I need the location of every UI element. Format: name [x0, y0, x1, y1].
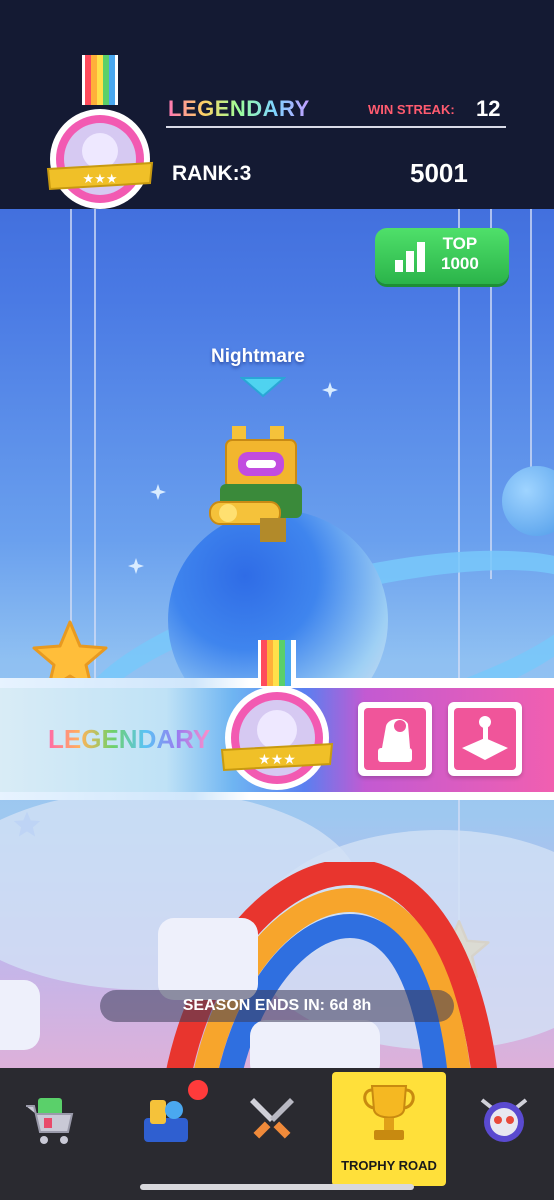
sparkle-icon [150, 484, 166, 500]
sparkle-icon [322, 382, 338, 398]
trophy-icon [363, 1085, 415, 1140]
collection-icon [144, 1100, 188, 1142]
robot-character[interactable] [206, 418, 316, 548]
legendary-medal-icon[interactable]: ★★★ [40, 55, 160, 215]
battle-swords-icon [250, 1098, 294, 1139]
legendary-medal-icon[interactable]: ★★★ [212, 640, 342, 790]
nav-profile[interactable] [454, 1068, 554, 1176]
player-marker-icon [240, 377, 286, 398]
tier-name: LEGENDARY [168, 96, 310, 121]
cloud-block [0, 980, 40, 1050]
nav-battle[interactable] [222, 1068, 322, 1176]
svg-text:★★★: ★★★ [258, 752, 296, 768]
rank-label: RANK:3 [172, 162, 252, 185]
nav-trophy-road[interactable]: TROPHY ROAD [332, 1072, 446, 1186]
home-indicator[interactable] [140, 1184, 414, 1190]
shop-cart-icon [26, 1098, 74, 1144]
bar-chart-icon [395, 242, 425, 272]
skull-helmet-icon [480, 1098, 528, 1142]
reward-cannon-button[interactable] [358, 702, 432, 776]
leaderboard-label: TOP 1000 [441, 234, 479, 274]
notification-badge [186, 1078, 210, 1102]
leaderboard-button[interactable]: TOP 1000 [375, 228, 509, 284]
hanging-string [530, 209, 532, 479]
reward-joystick-button[interactable] [448, 702, 522, 776]
season-timer: SEASON ENDS IN: 6d 8h [100, 990, 454, 1022]
header-divider [166, 126, 506, 128]
trophy-score: 5001 [410, 158, 468, 188]
tier-banner-label: LEGENDARY [48, 724, 211, 754]
sparkle-icon [128, 558, 144, 574]
season-label: SEASON ENDS IN: [182, 997, 325, 1014]
svg-text:★★★: ★★★ [83, 172, 118, 187]
nav-shop[interactable] [0, 1068, 100, 1176]
player-name: Nightmare [211, 346, 305, 367]
win-streak-value: 12 [476, 96, 501, 121]
cannon-icon [378, 718, 412, 762]
hanging-string [94, 209, 96, 679]
nav-trophy-road-label: TROPHY ROAD [341, 1158, 437, 1173]
leaderboard-line2: 1000 [441, 254, 479, 273]
joystick-icon [462, 716, 508, 760]
hanging-string [70, 209, 72, 639]
win-streak-label: WIN STREAK: [368, 102, 455, 117]
leaderboard-line1: TOP [442, 234, 478, 253]
cloud-block [158, 918, 258, 1000]
season-value: 6d 8h [329, 997, 372, 1014]
small-planet [502, 466, 554, 536]
